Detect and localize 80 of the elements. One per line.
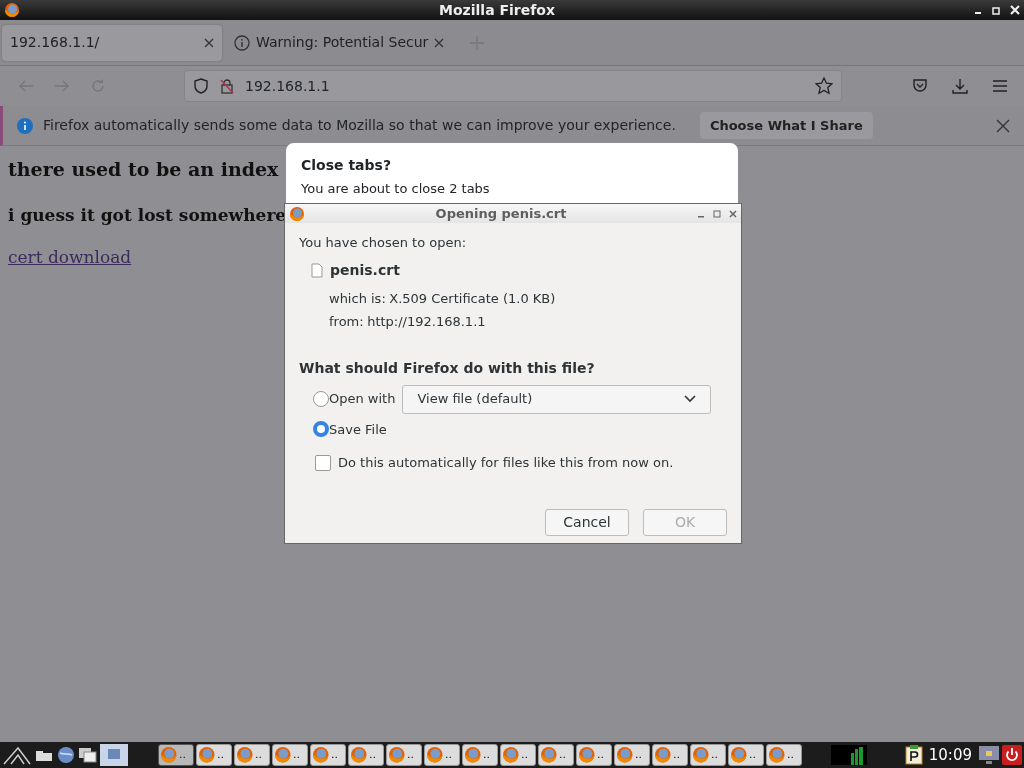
dialog-message: You are about to close 2 tabs [301, 180, 491, 197]
taskbar-window[interactable]: .. [196, 744, 232, 766]
taskbar-window[interactable]: .. [462, 744, 498, 766]
field-label: from: [329, 313, 364, 331]
firefox-icon [274, 746, 292, 764]
clipboard-icon[interactable] [904, 745, 923, 765]
menu-icon[interactable] [992, 79, 1008, 93]
address-bar[interactable]: 192.168.1.1 [184, 70, 842, 102]
shield-icon [193, 78, 209, 94]
clock: 10:09 [927, 744, 973, 766]
restore-icon[interactable] [992, 5, 1002, 15]
taskbar-window[interactable]: .. [690, 744, 726, 766]
info-icon [17, 117, 33, 134]
firefox-icon [426, 746, 444, 764]
file-icon [311, 262, 323, 278]
lock-screen-icon[interactable] [978, 745, 1000, 765]
dialog-question: What should Firefox do with this file? [299, 358, 596, 378]
firefox-icon [236, 746, 254, 764]
globe-icon[interactable] [56, 745, 76, 765]
firefox-icon [289, 205, 305, 222]
firefox-icon [768, 746, 786, 764]
browser-tab[interactable]: 192.168.1.1/ [2, 24, 222, 61]
firefox-icon [4, 2, 20, 18]
power-icon[interactable] [1002, 745, 1022, 765]
start-menu-icon[interactable] [2, 745, 32, 765]
taskbar-window[interactable]: .. [234, 744, 270, 766]
taskbar-window[interactable]: .. [310, 744, 346, 766]
window-title: Mozilla Firefox [438, 0, 556, 20]
firefox-icon [616, 746, 634, 764]
taskbar-window[interactable]: .. [158, 744, 194, 766]
firefox-icon [198, 746, 216, 764]
taskbar-window[interactable]: .. [576, 744, 612, 766]
taskbar-window[interactable]: .. [386, 744, 422, 766]
taskbar-window[interactable]: .. [728, 744, 764, 766]
download-link[interactable]: cert download [8, 247, 132, 268]
firefox-icon [312, 746, 330, 764]
notification-message: Firefox automatically sends some data to Mozilla so that we can improve your experience. [43, 116, 676, 135]
remember-checkbox[interactable]: Do this automatically for files like this from now on. [315, 453, 727, 473]
dialog-intro: You have chosen to open: [299, 234, 468, 252]
firefox-icon [388, 746, 406, 764]
caret-icon [684, 395, 696, 403]
page-heading: i guess it got lost somewhere [8, 204, 287, 226]
firefox-icon [578, 746, 596, 764]
windows-icon[interactable] [78, 746, 98, 764]
radio-option[interactable]: Open with [313, 389, 396, 409]
taskbar-window[interactable]: .. [614, 744, 650, 766]
taskbar-window[interactable]: .. [652, 744, 688, 766]
app-dropdown[interactable]: View file (default) [402, 384, 711, 414]
page-heading: there used to be an index [8, 158, 279, 181]
info-icon [234, 34, 250, 51]
firefox-icon [692, 746, 710, 764]
firefox-icon [350, 746, 368, 764]
taskbar-window[interactable]: .. [272, 744, 308, 766]
firefox-icon [730, 746, 748, 764]
dialog-title: Opening penis.crt [434, 204, 568, 223]
file-name: penis.crt [330, 260, 400, 280]
choose-button[interactable]: Choose What I Share [699, 111, 873, 140]
pocket-icon[interactable] [912, 78, 928, 94]
taskbar-window[interactable]: .. [424, 744, 460, 766]
maximize-icon[interactable] [713, 209, 721, 218]
radio-option[interactable]: Save File [313, 419, 387, 439]
taskbar-window[interactable]: .. [500, 744, 536, 766]
firefox-icon [540, 746, 558, 764]
firefox-icon [160, 746, 178, 764]
lock-icon [219, 78, 235, 94]
download-icon[interactable] [952, 78, 968, 94]
firefox-icon [502, 746, 520, 764]
field-value: http://192.168.1.1 [367, 313, 486, 331]
taskbar-window[interactable]: .. [348, 744, 384, 766]
firefox-icon [654, 746, 672, 764]
browser-tab[interactable]: Warning: Potential Secur [226, 24, 453, 61]
taskbar-window[interactable]: .. [538, 744, 574, 766]
cancel-button[interactable]: Cancel [545, 508, 629, 536]
firefox-icon [464, 746, 482, 764]
field-label: which is: [329, 289, 386, 308]
cpu-graph-icon [830, 745, 867, 765]
field-value: X.509 Certificate (1.0 KB) [389, 289, 556, 308]
star-icon[interactable] [815, 77, 833, 95]
dialog-title: Close tabs? [301, 157, 392, 174]
taskbar-window[interactable]: .. [766, 744, 802, 766]
